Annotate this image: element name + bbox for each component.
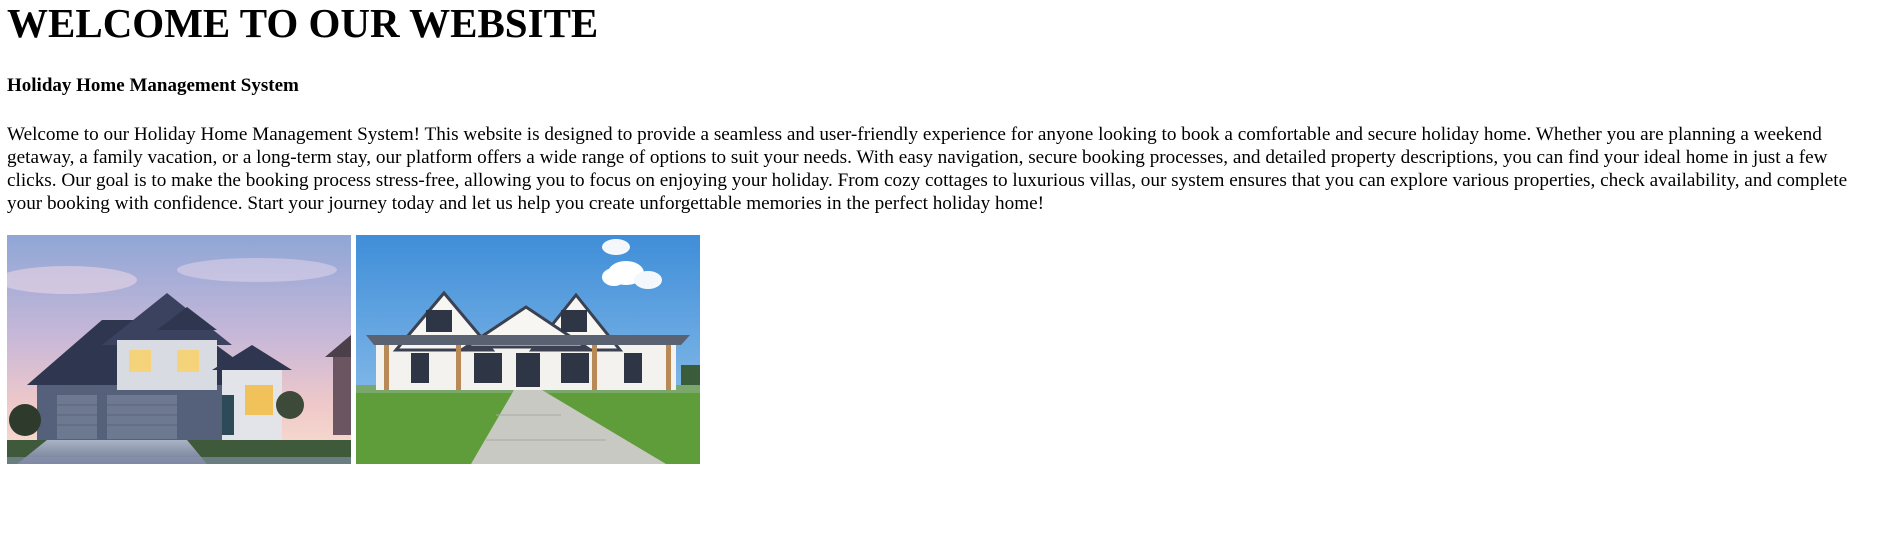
house-photo-farmhouse: [356, 235, 700, 464]
image-gallery: [7, 235, 1881, 464]
page-title: WELCOME TO OUR WEBSITE: [7, 0, 599, 46]
page-content: WELCOME TO OUR WEBSITE Holiday Home Mana…: [0, 0, 1888, 464]
intro-paragraph: Welcome to our Holiday Home Management S…: [7, 124, 1848, 214]
page-subtitle: Holiday Home Management System: [7, 75, 299, 96]
house-photo-dusk: [7, 235, 351, 464]
